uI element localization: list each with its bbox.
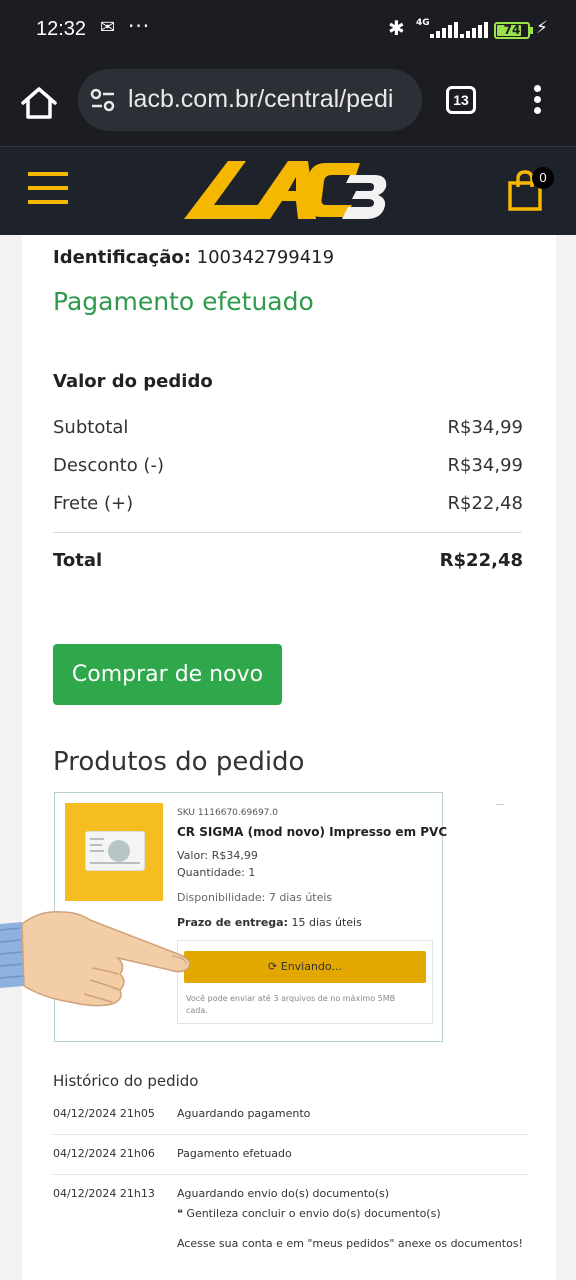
divider-mark [496,804,504,805]
browser-toolbar: lacb.com.br/central/pedi 13 [0,64,576,146]
order-value-heading: Valor do pedido [53,371,213,392]
product-delivery: Prazo de entrega: 15 dias úteis [177,916,362,929]
product-quantity: Quantidade: 1 [177,866,256,879]
lacb-logo[interactable] [184,157,394,223]
history-date: 04/12/2024 21h05 [53,1107,155,1120]
discount-label: Desconto (-) [53,455,164,476]
bluetooth-icon: ✱ [388,16,405,40]
history-divider [53,1134,528,1135]
history-date: 04/12/2024 21h06 [53,1147,155,1160]
order-identification: Identificação: 100342799419 [53,247,334,268]
cart-count-badge: 0 [532,167,554,189]
products-heading: Produtos do pedido [53,747,305,777]
battery-tip [530,27,533,34]
history-date: 04/12/2024 21h13 [53,1187,155,1200]
delivery-value: 15 dias úteis [291,916,362,929]
signal-strength-icon [430,22,458,38]
pointing-hand-icon [0,911,191,1007]
tab-switcher-button[interactable]: 13 [446,86,476,114]
shipping-label: Frete (+) [53,493,134,514]
discount-value: R$34,99 [447,455,524,476]
history-final-message: Acesse sua conta e em "meus pedidos" ane… [177,1237,523,1250]
identification-label: Identificação: [53,247,191,268]
subtotal-label: Subtotal [53,417,129,438]
history-note: ❝ Gentileza concluir o envio do(s) docum… [177,1207,441,1220]
battery-level: 74 [503,23,521,37]
product-sku: SKU 1116670.69697.0 [177,808,278,818]
buy-again-button[interactable]: Comprar de novo [53,644,282,705]
status-time: 12:32 [36,18,87,40]
history-divider [53,1174,528,1175]
id-card-thumbnail [85,831,145,871]
identification-value: 100342799419 [196,247,335,268]
address-bar[interactable]: lacb.com.br/central/pedi [78,69,422,131]
site-settings-icon[interactable] [90,88,116,112]
url-text[interactable]: lacb.com.br/central/pedi [128,85,418,114]
product-value: Valor: R$34,99 [177,849,258,862]
history-status: Aguardando pagamento [177,1107,311,1120]
send-button-label: Enviando... [280,960,342,973]
history-note-text: Gentileza concluir o envio do(s) documen… [186,1207,441,1220]
hamburger-menu-icon[interactable] [28,172,68,204]
charging-icon: ⚡ [536,18,548,38]
history-status: Pagamento efetuado [177,1147,292,1160]
product-name[interactable]: CR SIGMA (mod novo) Impresso em PVC [177,825,447,839]
history-heading: Histórico do pedido [53,1072,199,1090]
chat-notification-icon: ✉ [100,17,116,38]
history-status: Aguardando envio do(s) documento(s) [177,1187,390,1200]
subtotal-value: R$34,99 [447,417,524,438]
quote-icon: ❝ [177,1207,183,1220]
send-documents-button[interactable]: ⟳ Enviando... [184,951,426,983]
site-header: 0 [0,146,576,235]
total-label: Total [53,550,103,571]
product-availability: Disponibilidade: 7 dias úteis [177,891,333,904]
signal-strength-icon-2 [460,22,488,38]
shipping-value: R$22,48 [447,493,524,514]
total-value: R$22,48 [439,550,523,571]
product-image[interactable] [65,803,163,901]
payment-status: Pagamento efetuado [53,287,314,316]
order-detail-card: Identificação: 100342799419 Pagamento ef… [22,235,556,1280]
status-bar: 12:32 ✉ ··· ✱ 4G 74 ⚡ [0,0,576,64]
document-upload-area: ⟳ Enviando... Você pode enviar até 3 arq… [177,940,433,1024]
browser-menu-icon[interactable] [526,84,550,116]
summary-divider [53,532,522,533]
network-type-label: 4G [416,18,430,28]
home-icon[interactable] [18,82,60,124]
battery-icon: 74 [494,22,530,39]
refresh-icon: ⟳ [268,960,278,973]
more-notifications-icon: ··· [128,14,151,38]
upload-note: Você pode enviar até 3 arquivos de no má… [186,994,396,1015]
